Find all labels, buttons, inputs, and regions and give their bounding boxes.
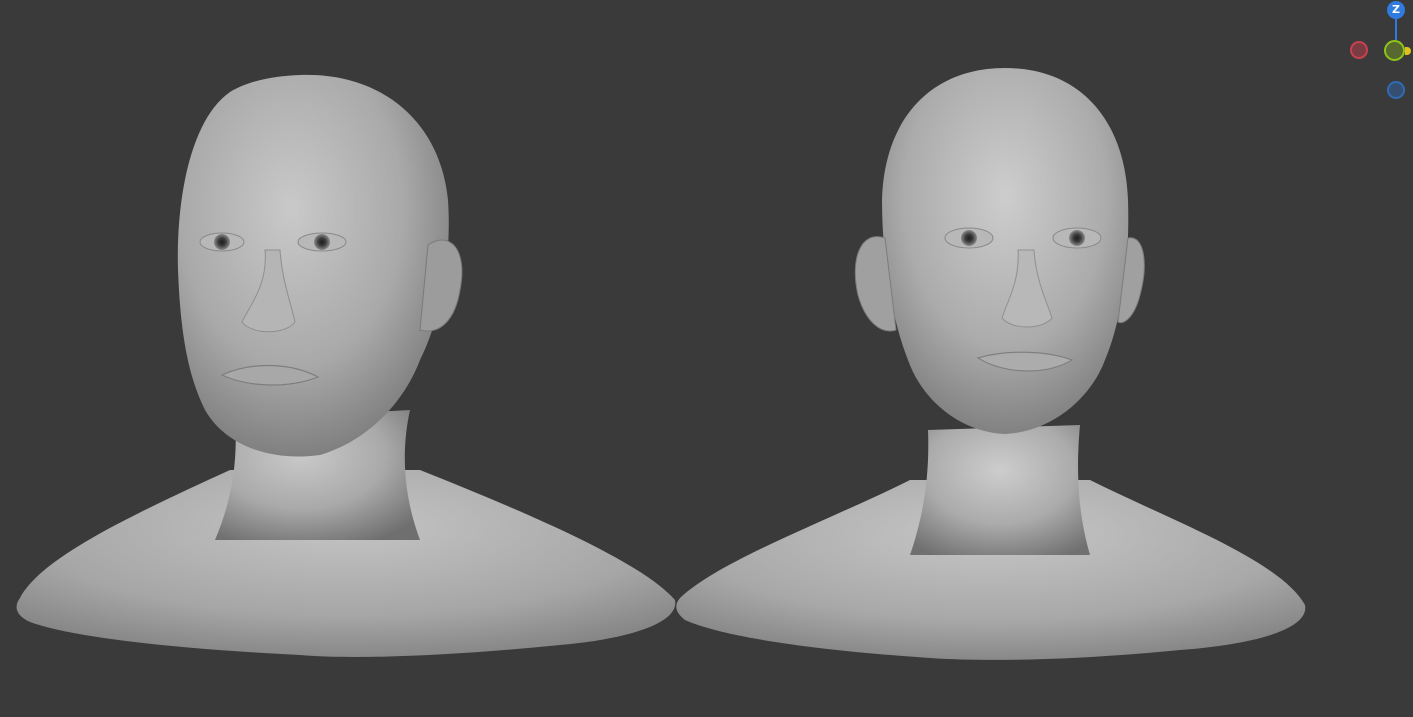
- navigation-gizmo[interactable]: Z: [1333, 0, 1413, 110]
- y-axis-indicator: [1405, 47, 1411, 55]
- negative-z-axis-button[interactable]: [1387, 81, 1405, 99]
- z-axis-button[interactable]: Z: [1387, 1, 1405, 19]
- 3d-viewport[interactable]: Z: [0, 0, 1413, 717]
- neck: [910, 425, 1090, 555]
- female-head-sculpt[interactable]: [660, 0, 1340, 717]
- head: [177, 74, 449, 457]
- y-axis-button[interactable]: [1384, 40, 1405, 61]
- head: [882, 68, 1129, 434]
- negative-x-axis-button[interactable]: [1350, 41, 1368, 59]
- male-head-sculpt[interactable]: [0, 0, 700, 717]
- z-axis-line: [1395, 18, 1397, 40]
